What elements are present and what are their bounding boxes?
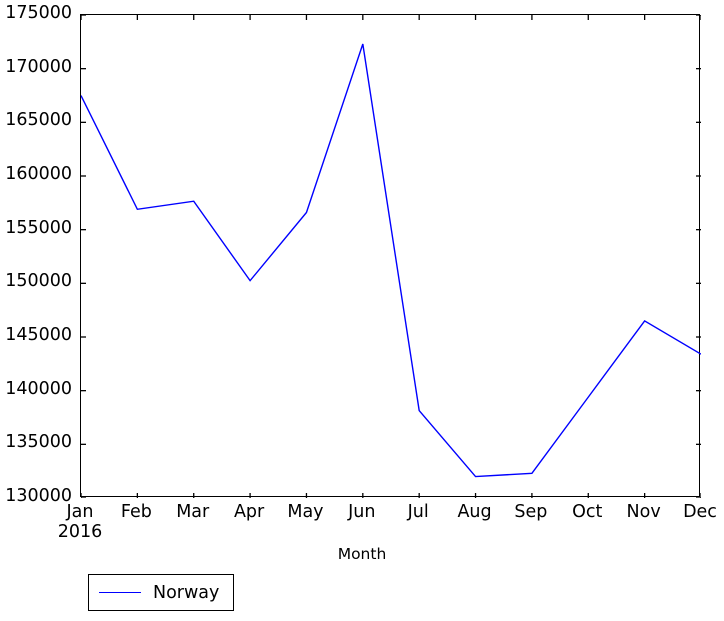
x-tick-label: Aug <box>457 502 492 523</box>
x-tick-label: Dec <box>683 502 717 523</box>
legend-line-swatch-icon <box>99 592 141 593</box>
x-tick-label-month: Oct <box>572 502 603 522</box>
chart-figure: 130000 135000 140000 145000 150000 155000 1600… <box>0 0 724 621</box>
x-tick-label-month: Sep <box>514 502 548 522</box>
x-tick-label-month: Feb <box>120 502 152 522</box>
x-tick-label-month: Jun <box>348 502 376 522</box>
x-tick-label-month: Nov <box>626 502 661 522</box>
x-tick-label: Nov <box>626 502 661 523</box>
x-tick-label-month: Jan <box>66 502 94 522</box>
chart-legend: Norway <box>88 574 235 611</box>
x-tick-label-month: Apr <box>233 502 265 522</box>
x-tick-label: Jul <box>407 502 429 523</box>
x-tick-label: May <box>287 502 324 523</box>
x-axis-tick-labels: Jan 2016 Feb Mar Apr May Jun Jul Aug Sep Oct Nov Dec <box>0 0 724 621</box>
x-tick-label-month: Mar <box>176 502 210 522</box>
x-tick-label: Apr <box>233 502 265 523</box>
legend-entry-norway: Norway <box>99 583 219 603</box>
x-tick-label: Jun <box>348 502 376 523</box>
x-tick-label: Jan 2016 <box>57 502 103 542</box>
x-tick-label: Feb <box>120 502 152 523</box>
x-tick-label-month: May <box>287 502 324 522</box>
x-tick-label-month: Dec <box>683 502 717 522</box>
x-tick-label: Mar <box>176 502 210 523</box>
x-tick-label-year: 2016 <box>57 521 103 542</box>
x-tick-label-month: Jul <box>407 502 429 522</box>
x-tick-label-month: Aug <box>457 502 492 522</box>
x-tick-label: Sep <box>514 502 548 523</box>
x-axis-title: Month <box>337 545 387 563</box>
x-tick-label: Oct <box>572 502 603 523</box>
legend-label: Norway <box>153 582 220 603</box>
